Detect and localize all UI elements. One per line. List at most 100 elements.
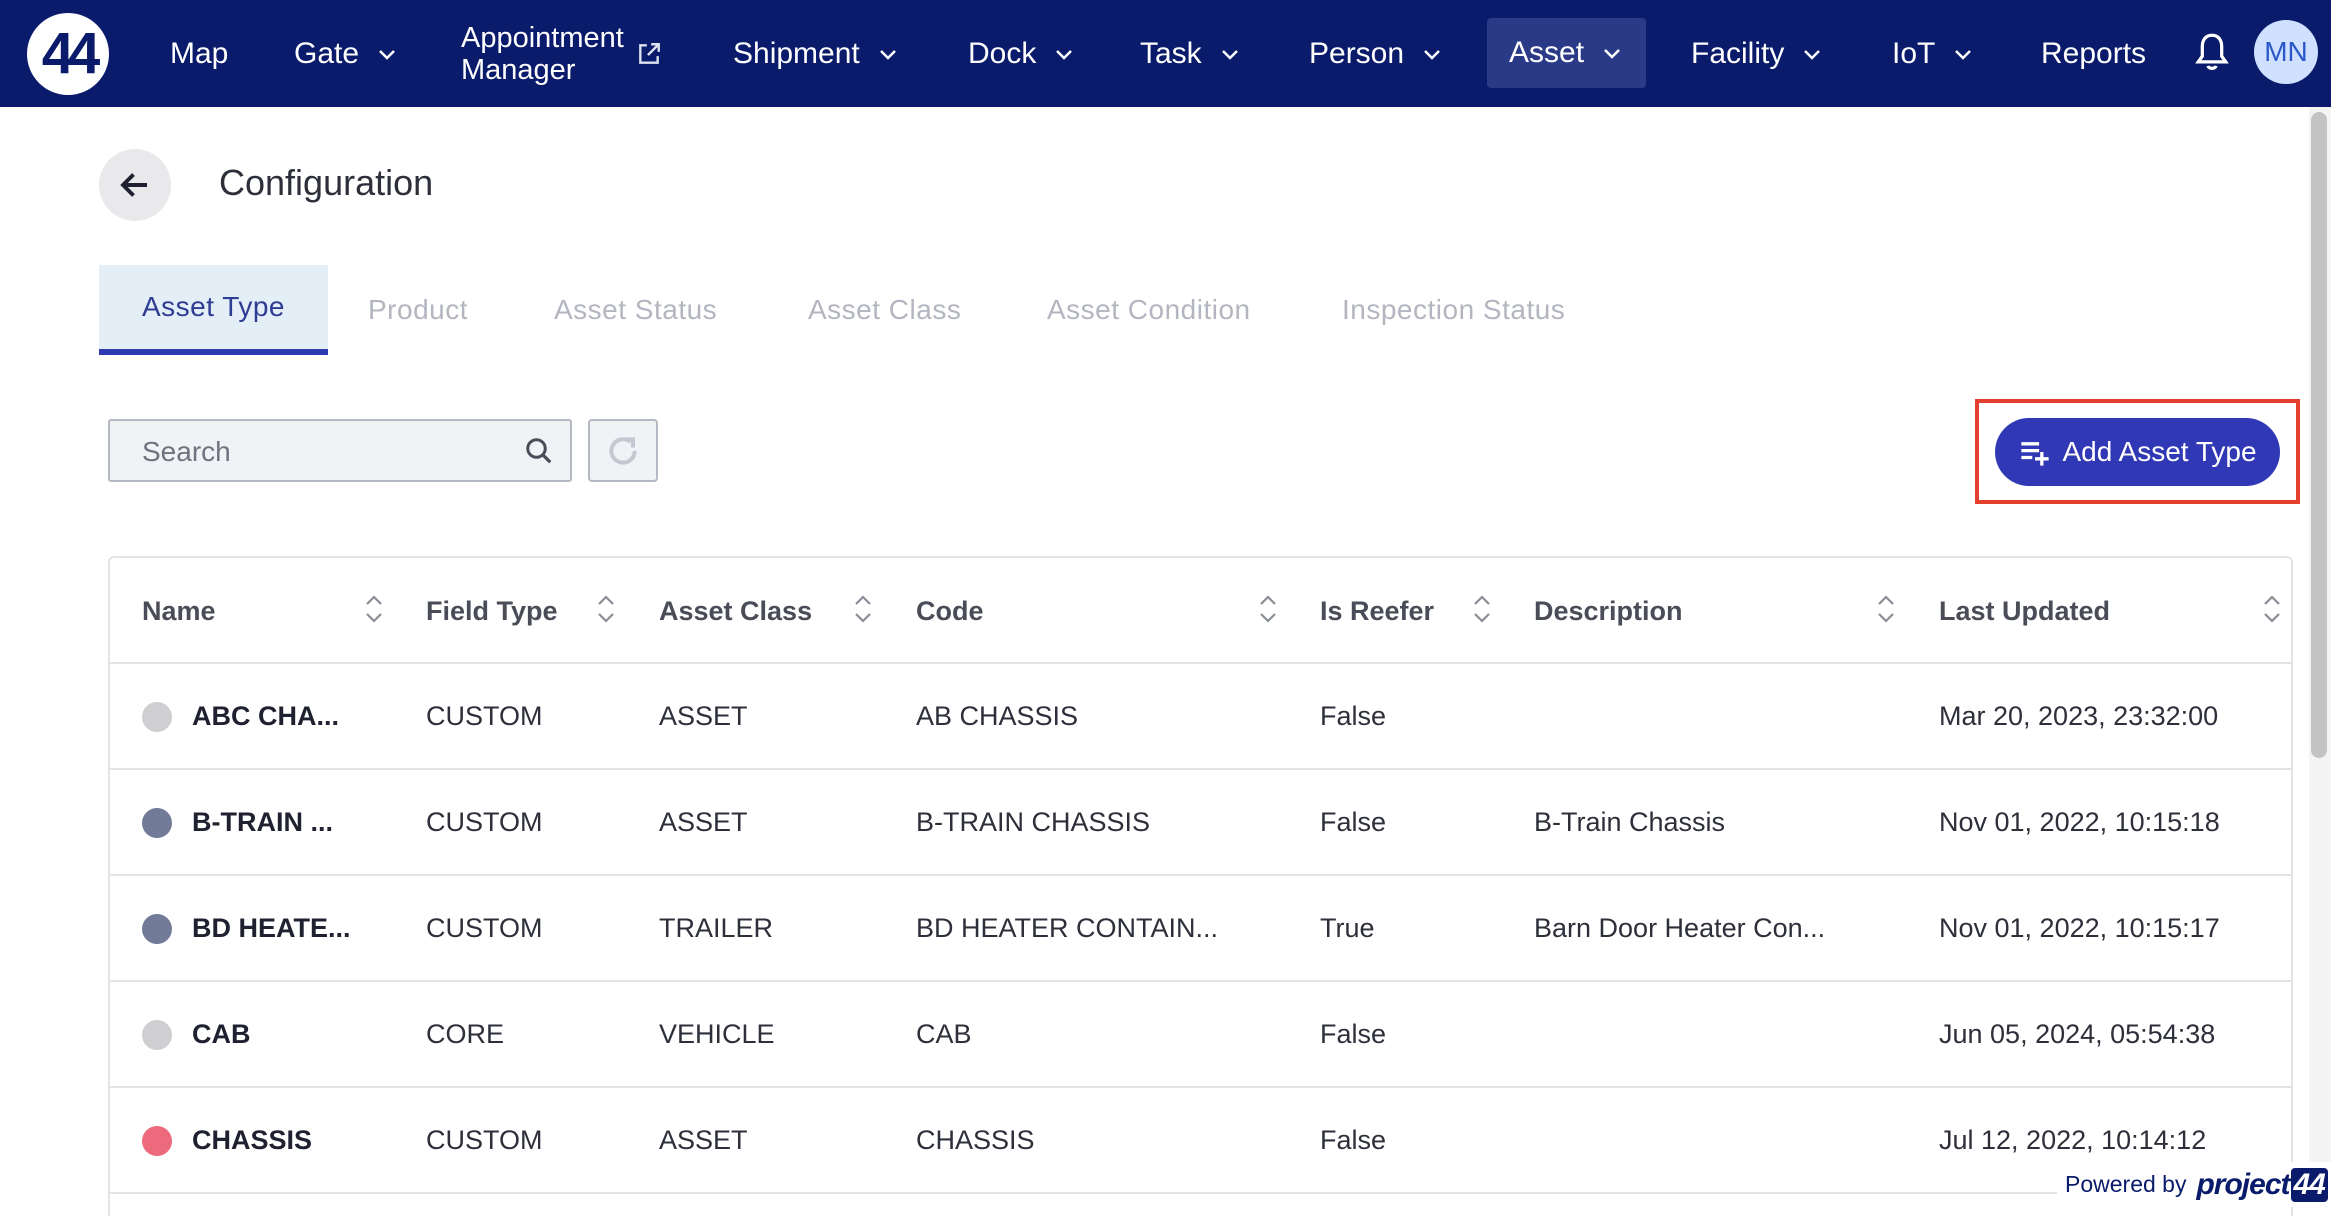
tab-asset-status[interactable]: Asset Status [554, 265, 717, 355]
column-header-field-type[interactable]: Field Type [426, 558, 558, 664]
cell-asset-class: ASSET [659, 700, 748, 731]
project44-logo: project 44 [2196, 1167, 2328, 1202]
search-input[interactable] [110, 421, 544, 482]
cell-is-reefer: False [1320, 1018, 1387, 1049]
column-header-name[interactable]: Name [142, 558, 216, 664]
cell-asset-class: TRAILER [659, 912, 774, 943]
status-dot [142, 808, 172, 838]
nav-shipment[interactable]: Shipment [733, 0, 900, 107]
status-dot [142, 1020, 172, 1050]
search-box [108, 419, 572, 482]
chevron-down-icon [1424, 49, 1440, 60]
cell-name[interactable]: BD HEATE... [192, 876, 351, 980]
nav-appointment-manager[interactable]: Appointment Manager [461, 0, 662, 107]
column-header-is-reefer[interactable]: Is Reefer [1320, 558, 1434, 664]
table-row[interactable]: BD HEATE... CUSTOM TRAILER BD HEATER CON… [110, 876, 2291, 982]
add-asset-type-label: Add Asset Type [2062, 436, 2257, 467]
status-dot [142, 1126, 172, 1156]
search-icon[interactable] [524, 436, 554, 466]
chevron-down-icon [379, 49, 395, 60]
table-header: Name Field Type Asset Class Code Is Reef… [110, 558, 2291, 664]
cell-is-reefer: False [1320, 700, 1387, 731]
nav-appointment-line2: Manager [461, 53, 576, 86]
refresh-button[interactable] [588, 419, 658, 482]
back-button[interactable] [99, 149, 171, 221]
powered-by-badge[interactable]: Powered by project 44 [2057, 1162, 2331, 1207]
cell-name[interactable]: CAB [192, 982, 251, 1086]
tab-inspection-status[interactable]: Inspection Status [1342, 265, 1565, 355]
arrow-left-icon [120, 173, 147, 197]
cell-code: BD HEATER CONTAIN... [916, 912, 1219, 943]
external-link-icon [638, 42, 660, 64]
cell-asset-class: ASSET [659, 1124, 748, 1155]
brand-number: 44 [2290, 1167, 2328, 1202]
cell-field-type: CUSTOM [426, 700, 543, 731]
logo[interactable]: 44 [27, 13, 109, 95]
chevron-down-icon [1221, 49, 1238, 60]
nav-task[interactable]: Task [1140, 0, 1242, 107]
add-asset-type-button[interactable]: Add Asset Type [1995, 418, 2280, 486]
table-row[interactable]: ABC CHA... CUSTOM ASSET AB CHASSIS False… [110, 664, 2291, 770]
chevron-down-icon [1604, 49, 1620, 59]
avatar[interactable]: MN [2254, 20, 2318, 84]
asset-type-table: Name Field Type Asset Class Code Is Reef… [108, 556, 2293, 1216]
table-row[interactable]: CAB CORE VEHICLE CAB False Jun 05, 2024,… [110, 982, 2291, 1088]
cell-name[interactable]: CHASSIS [192, 1088, 312, 1192]
cell-name[interactable]: B-TRAIN ... [192, 770, 333, 874]
sort-icon[interactable] [594, 592, 618, 626]
nav-asset-label: Asset [1509, 36, 1585, 69]
page-title: Configuration [219, 162, 434, 203]
nav-map-label: Map [170, 36, 229, 70]
cell-code: AB CHASSIS [916, 700, 1079, 731]
chevron-down-icon [879, 49, 896, 60]
bell-icon[interactable] [2192, 32, 2232, 74]
cell-last-updated: Nov 01, 2022, 10:15:17 [1939, 912, 2220, 943]
column-header-description[interactable]: Description [1534, 558, 1683, 664]
nav-dock[interactable]: Dock [968, 0, 1076, 107]
tab-product[interactable]: Product [368, 265, 468, 355]
chevron-down-icon [1955, 49, 1972, 60]
cell-last-updated: Mar 20, 2023, 23:32:00 [1939, 700, 2219, 731]
powered-by-label: Powered by [2065, 1171, 2187, 1197]
cell-field-type: CUSTOM [426, 806, 543, 837]
nav-map[interactable]: Map [170, 0, 228, 107]
cell-code: B-TRAIN CHASSIS [916, 806, 1151, 837]
cell-field-type: CORE [426, 1018, 505, 1049]
cell-last-updated: Nov 01, 2022, 10:15:18 [1939, 806, 2220, 837]
status-dot [142, 914, 172, 944]
status-dot [142, 702, 172, 732]
tab-asset-type[interactable]: Asset Type [99, 265, 328, 355]
sort-icon[interactable] [362, 592, 386, 626]
sort-icon[interactable] [851, 592, 875, 626]
column-header-code[interactable]: Code [916, 558, 984, 664]
nav-appointment-label: Appointment Manager [461, 22, 624, 86]
nav-gate[interactable]: Gate [294, 0, 399, 107]
column-header-asset-class[interactable]: Asset Class [659, 558, 812, 664]
tab-asset-condition[interactable]: Asset Condition [1047, 265, 1251, 355]
chevron-down-icon [1804, 49, 1821, 60]
sort-icon[interactable] [1256, 592, 1280, 626]
scrollbar-thumb[interactable] [2311, 112, 2327, 758]
cell-name[interactable]: ABC CHA... [192, 664, 339, 768]
nav-person[interactable]: Person [1309, 0, 1444, 107]
nav-reports[interactable]: Reports [2041, 0, 2146, 107]
nav-iot-label: IoT [1892, 36, 1936, 70]
cell-field-type: CUSTOM [426, 912, 543, 943]
cell-code: CHASSIS [916, 1124, 1035, 1155]
nav-iot[interactable]: IoT [1892, 0, 1975, 107]
cell-description: B-Train Chassis [1534, 806, 1726, 837]
nav-facility[interactable]: Facility [1691, 0, 1824, 107]
nav-asset[interactable]: Asset [1487, 18, 1647, 88]
column-header-last-updated[interactable]: Last Updated [1939, 558, 2110, 664]
sort-icon[interactable] [1470, 592, 1494, 626]
cell-last-updated: Jun 05, 2024, 05:54:38 [1939, 1018, 2216, 1049]
sort-icon[interactable] [2260, 592, 2284, 626]
cell-field-type: CUSTOM [426, 1124, 543, 1155]
table-row[interactable]: B-TRAIN ... CUSTOM ASSET B-TRAIN CHASSIS… [110, 770, 2291, 876]
tab-asset-class[interactable]: Asset Class [808, 265, 961, 355]
sort-icon[interactable] [1874, 592, 1898, 626]
cell-is-reefer: True [1320, 912, 1375, 943]
chevron-down-icon [1056, 49, 1073, 60]
table-row[interactable]: CHASSIS CUSTOM ASSET CHASSIS False Jul 1… [110, 1088, 2291, 1194]
nav-reports-label: Reports [2041, 36, 2147, 70]
